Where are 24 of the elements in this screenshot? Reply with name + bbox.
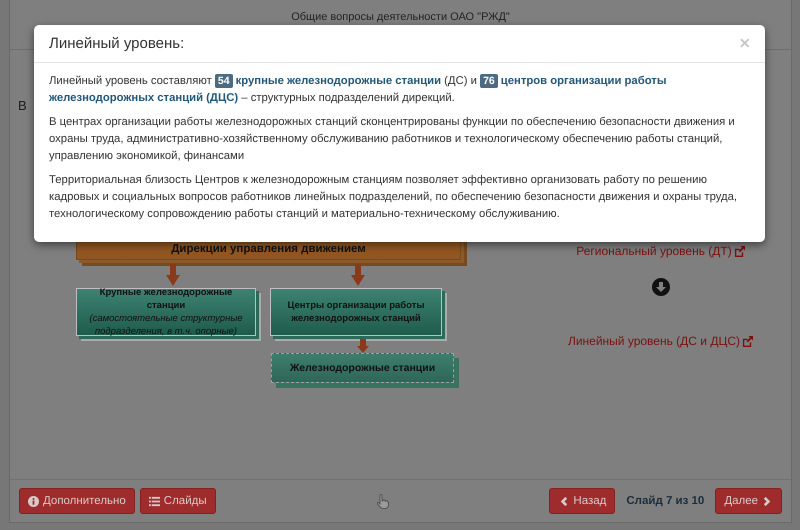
external-link-icon (734, 246, 745, 256)
modal-paragraph: В центрах организации работы железнодорожных станций сконцентрированы функции по обеспечению безопасности движения и охраны труда, административно-хозяйственному обслуживанию работников и технологическому обеспечению работы станций, управлению экономикой, финансами (49, 115, 736, 164)
chevron-left-icon (558, 496, 570, 506)
modal-paragraph: Линейный уровень составляют 54 крупные железнодорожные станции (ДС) и 76 центров организации работы железнодорожных станций (ДЦС) – структурных подразделений дирекций. (49, 73, 668, 106)
page-title: Общие вопросы деятельности ОАО "РЖД" (291, 11, 510, 25)
external-link-icon (742, 336, 754, 346)
slides-button[interactable]: Слайды (140, 488, 216, 514)
arrow-icon (166, 264, 180, 286)
level-link[interactable]: Линейный уровень (ДС и ДЦС) (568, 334, 754, 348)
count-badge: 54 (214, 74, 233, 88)
list-icon (148, 496, 160, 506)
count-badge: 76 (480, 74, 498, 88)
more-button[interactable]: Дополнительно (19, 488, 135, 514)
chevron-right-icon (762, 496, 773, 506)
hand-cursor-icon (376, 494, 389, 508)
back-button[interactable]: Назад (549, 488, 616, 514)
arrow-icon (356, 339, 370, 353)
level-link[interactable]: Региональный уровень (ДТ) (576, 244, 745, 258)
next-button[interactable]: Далее (715, 488, 782, 514)
intro-text: В (18, 98, 27, 113)
arrow-icon (351, 264, 365, 286)
info-icon (28, 496, 39, 506)
slide-counter: Слайд 7 из 10 (625, 495, 706, 507)
modal-title: Линейный уровень: (49, 35, 184, 52)
